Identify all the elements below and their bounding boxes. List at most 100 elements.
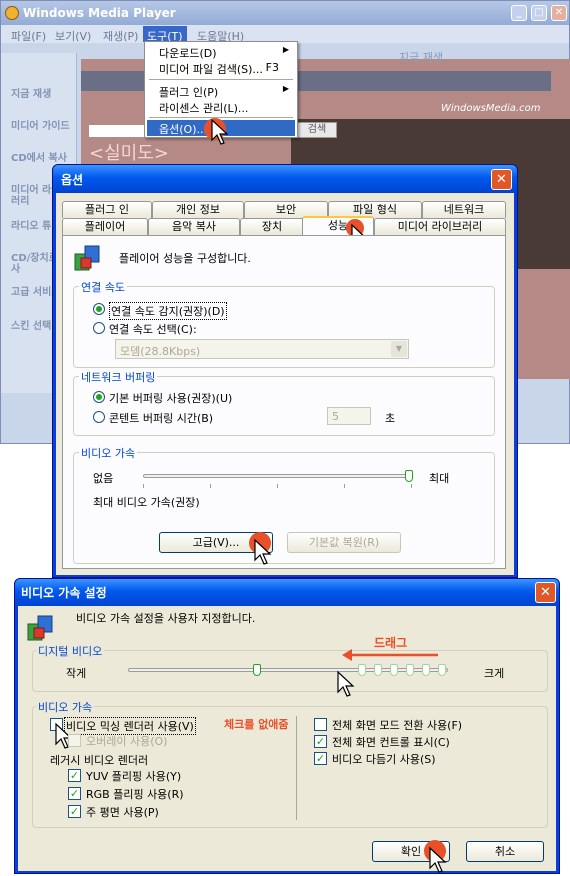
column-divider [296, 716, 297, 820]
tab-privacy[interactable]: 개인 정보 [152, 201, 244, 218]
menu-separator [149, 79, 293, 80]
connection-speed-title: 연결 속도 [79, 279, 127, 295]
cursor-icon [254, 538, 272, 565]
media-player-titlebar[interactable]: Windows Media Player [1, 1, 569, 25]
yuv-flipping-checkbox[interactable]: ✓ [68, 769, 81, 782]
default-buffering-label[interactable]: 기본 버퍼링 사용(권장)(U) [109, 390, 232, 406]
menu-item-download[interactable]: 다운로드(D) ▶ [147, 44, 295, 60]
video-accel-status: 최대 비디오 가속(권장) [93, 496, 200, 509]
network-buffering-title: 네트워크 버퍼링 [79, 369, 158, 385]
ghost-thumb-icon [438, 664, 446, 676]
tab-plugins[interactable]: 플러그 인 [62, 201, 152, 218]
video-accel-description: 비디오 가속 설정을 사용자 지정합니다. [76, 612, 256, 625]
video-accel-slider[interactable] [143, 470, 413, 492]
performance-tab-panel: 플레이어 성능을 구성합니다. 연결 속도 연결 속도 감지(권장)(D) 연결… [62, 235, 506, 569]
custom-buffering-radio[interactable] [93, 411, 105, 423]
drag-annotation: 드래그 [374, 636, 408, 650]
fullscreen-controls-checkbox[interactable]: ✓ [314, 735, 327, 748]
video-tweening-label[interactable]: 비디오 다듬기 사용(S) [332, 751, 436, 767]
tab-media-library[interactable]: 미디어 라이브러리 [374, 218, 506, 235]
video-accel-titlebar[interactable]: 비디오 가속 설정 ✕ [15, 579, 559, 606]
choose-speed-label[interactable]: 연결 속도 선택(C): [109, 321, 197, 337]
cancel-button[interactable]: 취소 [466, 841, 544, 862]
options-title: 옵션 [61, 173, 84, 187]
tab-player[interactable]: 플레이어 [62, 218, 148, 235]
slider-tick [344, 484, 345, 488]
cursor-icon [337, 670, 355, 697]
menu-view[interactable]: 보기(V) [51, 26, 95, 43]
rgb-flipping-checkbox[interactable]: ✓ [68, 787, 81, 800]
chevron-down-icon: ▼ [391, 341, 407, 357]
network-buffering-group [73, 376, 495, 436]
close-icon[interactable]: ✕ [491, 169, 512, 190]
slider-track [143, 474, 413, 478]
video-accel-title: 비디오 가속 [79, 445, 138, 461]
primary-surface-checkbox[interactable]: ✓ [68, 805, 81, 818]
sidebar-item-now-playing[interactable]: 지금 재생 [11, 89, 71, 100]
menu-item-label: 옵션(O)... [159, 123, 207, 136]
menu-help[interactable]: 도움말(H) [193, 26, 248, 43]
menu-item-label: 미디어 파일 검색(S)... [159, 63, 263, 76]
menu-play[interactable]: 재생(P) [99, 26, 142, 43]
submenu-arrow-icon: ▶ [282, 45, 289, 54]
video-accel-options-title: 비디오 가속 [36, 699, 95, 715]
video-tweening-checkbox[interactable]: ✓ [314, 752, 327, 765]
maximize-icon[interactable]: □ [531, 5, 547, 21]
detect-speed-label[interactable]: 연결 속도 감지(권장)(D) [109, 302, 227, 320]
tab-rip-music[interactable]: 음악 복사 [148, 218, 240, 235]
detect-speed-radio[interactable] [93, 303, 105, 315]
buffering-seconds-input[interactable]: 5 [327, 407, 371, 425]
now-playing-label[interactable]: 지금 재생 [399, 49, 443, 65]
ghost-thumb-icon [422, 664, 430, 676]
guide-search-input[interactable] [89, 125, 149, 137]
watermark-text: WindowsMedia.com [441, 103, 541, 114]
slider-min-label: 없음 [93, 472, 114, 485]
sidebar-item-media-guide[interactable]: 미디어 가이드 [11, 121, 71, 132]
media-player-title: Windows Media Player [23, 6, 176, 20]
primary-surface-label[interactable]: 주 평면 사용(P) [86, 804, 159, 820]
ghost-thumb-icon [374, 664, 382, 676]
sidebar-item-cd-rip[interactable]: CD에서 복사 [11, 153, 71, 164]
dropdown-value: 모뎀(28.8Kbps) [120, 345, 201, 358]
menu-file[interactable]: 파일(F) [7, 26, 50, 43]
uncheck-annotation: 체크를 없애줌 [224, 718, 289, 731]
slider-thumb[interactable] [405, 470, 413, 482]
options-dialog: 옵션 ✕ 플러그 인 개인 정보 보안 파일 형식 네트워크 플레이어 음악 복… [52, 164, 518, 578]
video-accel-body: 비디오 가속 설정을 사용자 지정합니다. 디지털 비디오 작게 크게 드래그 [18, 606, 556, 873]
fullscreen-switch-checkbox[interactable] [314, 718, 327, 731]
cursor-icon [211, 118, 229, 145]
slider-max-label: 크게 [484, 667, 505, 680]
restore-defaults-button[interactable]: 기본값 복원(R) [287, 532, 401, 553]
choose-speed-radio[interactable] [93, 322, 105, 334]
close-icon[interactable]: ✕ [535, 582, 556, 603]
overlay-checkbox[interactable] [68, 734, 81, 747]
options-titlebar[interactable]: 옵션 ✕ [53, 165, 517, 193]
fullscreen-switch-label[interactable]: 전체 화면 모드 전환 사용(F) [332, 717, 462, 733]
custom-buffering-label[interactable]: 콘텐트 버퍼링 시간(B) [109, 410, 213, 426]
menu-item-search-media[interactable]: 미디어 파일 검색(S)... F3 [147, 60, 295, 76]
fullscreen-controls-label[interactable]: 전체 화면 컨트롤 표시(C) [332, 734, 450, 750]
rgb-flipping-label[interactable]: RGB 플리핑 사용(R) [86, 786, 184, 802]
menu-item-license[interactable]: 라이센스 관리(L)... [147, 99, 295, 115]
options-body: 플러그 인 개인 정보 보안 파일 형식 네트워크 플레이어 음악 복사 장치 … [56, 193, 514, 575]
menu-item-label: 플러그 인(P) [159, 86, 219, 99]
connection-speed-dropdown[interactable]: 모뎀(28.8Kbps) ▼ [115, 339, 409, 359]
default-buffering-radio[interactable] [93, 391, 105, 403]
video-accel-dialog-title: 비디오 가속 설정 [21, 586, 107, 600]
menu-item-plugins[interactable]: 플러그 인(P) ▶ [147, 83, 295, 99]
tab-network[interactable]: 네트워크 [422, 201, 506, 218]
ghost-thumb-icon [406, 664, 414, 676]
drag-path-ghost-thumbs [358, 664, 458, 678]
guide-search-button[interactable]: 검색 [297, 122, 337, 138]
slider-thumb[interactable] [253, 664, 261, 676]
menu-tools[interactable]: 도구(T) [143, 26, 187, 43]
close-icon[interactable]: ✕ [551, 5, 567, 21]
tab-devices[interactable]: 장치 [240, 218, 304, 235]
slider-tick [143, 484, 144, 488]
minimize-icon[interactable]: _ [511, 5, 527, 21]
overlay-label[interactable]: 오버레이 사용(O) [86, 733, 167, 749]
yuv-flipping-label[interactable]: YUV 플리핑 사용(Y) [86, 768, 181, 784]
movie-title-banner: <실미도> [89, 143, 169, 164]
video-accel-settings-dialog: 비디오 가속 설정 ✕ 비디오 가속 설정을 사용자 지정합니다. 디지털 비디… [14, 578, 560, 874]
slider-tick [277, 484, 278, 488]
